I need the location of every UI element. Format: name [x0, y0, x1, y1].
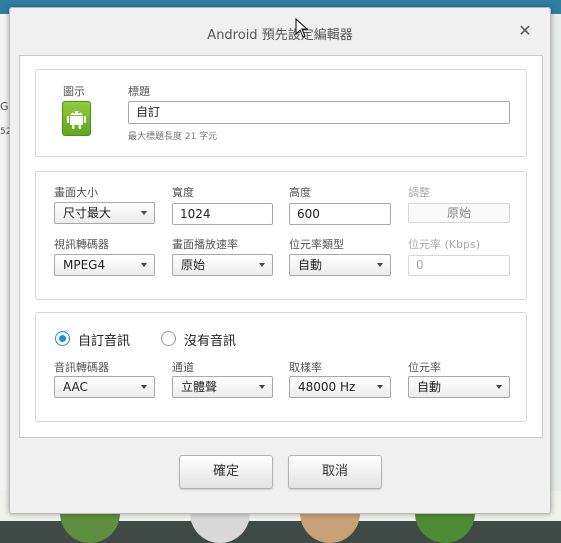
- video-codec-value: MPEG4: [63, 258, 106, 272]
- adjust-label: 調整: [408, 186, 430, 199]
- chevron-down-icon: [141, 211, 147, 215]
- channels-label: 通道: [172, 361, 194, 374]
- height-label: 高度: [289, 186, 311, 199]
- height-input[interactable]: 600: [289, 203, 391, 225]
- sample-rate-value: 48000 Hz: [298, 380, 356, 394]
- dialog-title: Android 預先設定編輯器: [207, 28, 353, 43]
- frame-rate-value: 原始: [181, 258, 206, 272]
- bitrate-type-value: 自動: [298, 258, 323, 272]
- frame-size-value: 尺寸最大: [63, 206, 112, 220]
- icon-label: 圖示: [63, 85, 85, 98]
- audio-codec-select[interactable]: AAC: [54, 376, 155, 398]
- bitrate-type-label: 位元率類型: [289, 238, 344, 251]
- title-panel: 圖示 標題 自訂 最大標題長度 21 字元: [35, 69, 527, 157]
- video-panel: 畫面大小 尺寸最大 寬度 1024 高度 600 調整 原始 視訊轉碼器 MPE…: [35, 171, 527, 300]
- width-input[interactable]: 1024: [172, 203, 273, 225]
- chevron-down-icon: [141, 385, 147, 389]
- dialog-titlebar[interactable]: Android 預先設定編輯器 ✕: [10, 8, 550, 56]
- preset-editor-dialog: Android 預先設定編輯器 ✕ 圖示 標題 自訂 最大標題長度 21 字元 …: [9, 7, 551, 514]
- title-input[interactable]: 自訂: [128, 101, 510, 124]
- chevron-down-icon: [259, 385, 265, 389]
- audio-bitrate-label: 位元率: [408, 361, 441, 374]
- title-length-hint: 最大標題長度 21 字元: [128, 132, 218, 142]
- audio-codec-label: 音訊轉碼器: [54, 361, 109, 374]
- bitrate-type-select[interactable]: 自動: [289, 254, 391, 276]
- chevron-down-icon: [141, 263, 147, 267]
- frame-size-select[interactable]: 尺寸最大: [54, 202, 155, 224]
- chevron-down-icon: [496, 385, 502, 389]
- frame-rate-select[interactable]: 原始: [172, 254, 273, 276]
- close-icon[interactable]: ✕: [516, 22, 534, 40]
- no-audio-radio[interactable]: [161, 331, 176, 346]
- dialog-content: 圖示 標題 自訂 最大標題長度 21 字元 畫面大小 尺寸最大 寬度 1024 …: [19, 55, 543, 438]
- width-label: 寬度: [172, 186, 194, 199]
- video-bitrate-label: 位元率 (Kbps): [408, 238, 480, 251]
- video-codec-label: 視訊轉碼器: [54, 238, 109, 251]
- chevron-down-icon: [259, 263, 265, 267]
- chevron-down-icon: [377, 385, 383, 389]
- ok-button[interactable]: 確定: [179, 455, 273, 489]
- adjust-original-button[interactable]: 原始: [408, 203, 510, 223]
- video-bitrate-input[interactable]: 0: [408, 255, 510, 276]
- frame-size-label: 畫面大小: [54, 186, 98, 199]
- channels-select[interactable]: 立體聲: [172, 376, 273, 398]
- audio-bitrate-value: 自動: [417, 380, 442, 394]
- chevron-down-icon: [377, 263, 383, 267]
- audio-codec-value: AAC: [63, 380, 88, 394]
- mouse-cursor-icon: [295, 18, 309, 38]
- sample-rate-select[interactable]: 48000 Hz: [289, 376, 391, 398]
- android-robot-icon: [67, 111, 86, 129]
- video-codec-select[interactable]: MPEG4: [54, 254, 155, 276]
- custom-audio-label[interactable]: 自訂音訊: [78, 330, 130, 349]
- cancel-button[interactable]: 取消: [288, 455, 382, 489]
- title-label: 標題: [128, 85, 150, 98]
- audio-panel: 自訂音訊 沒有音訊 音訊轉碼器 AAC 通道 立體聲 取樣率 48000 Hz …: [35, 312, 527, 422]
- sample-rate-label: 取樣率: [289, 361, 322, 374]
- audio-bitrate-select[interactable]: 自動: [408, 376, 510, 398]
- android-icon[interactable]: [62, 101, 91, 136]
- custom-audio-radio[interactable]: [55, 331, 70, 346]
- frame-rate-label: 畫面播放速率: [172, 238, 238, 251]
- channels-value: 立體聲: [181, 380, 218, 394]
- no-audio-label[interactable]: 沒有音訊: [184, 330, 236, 349]
